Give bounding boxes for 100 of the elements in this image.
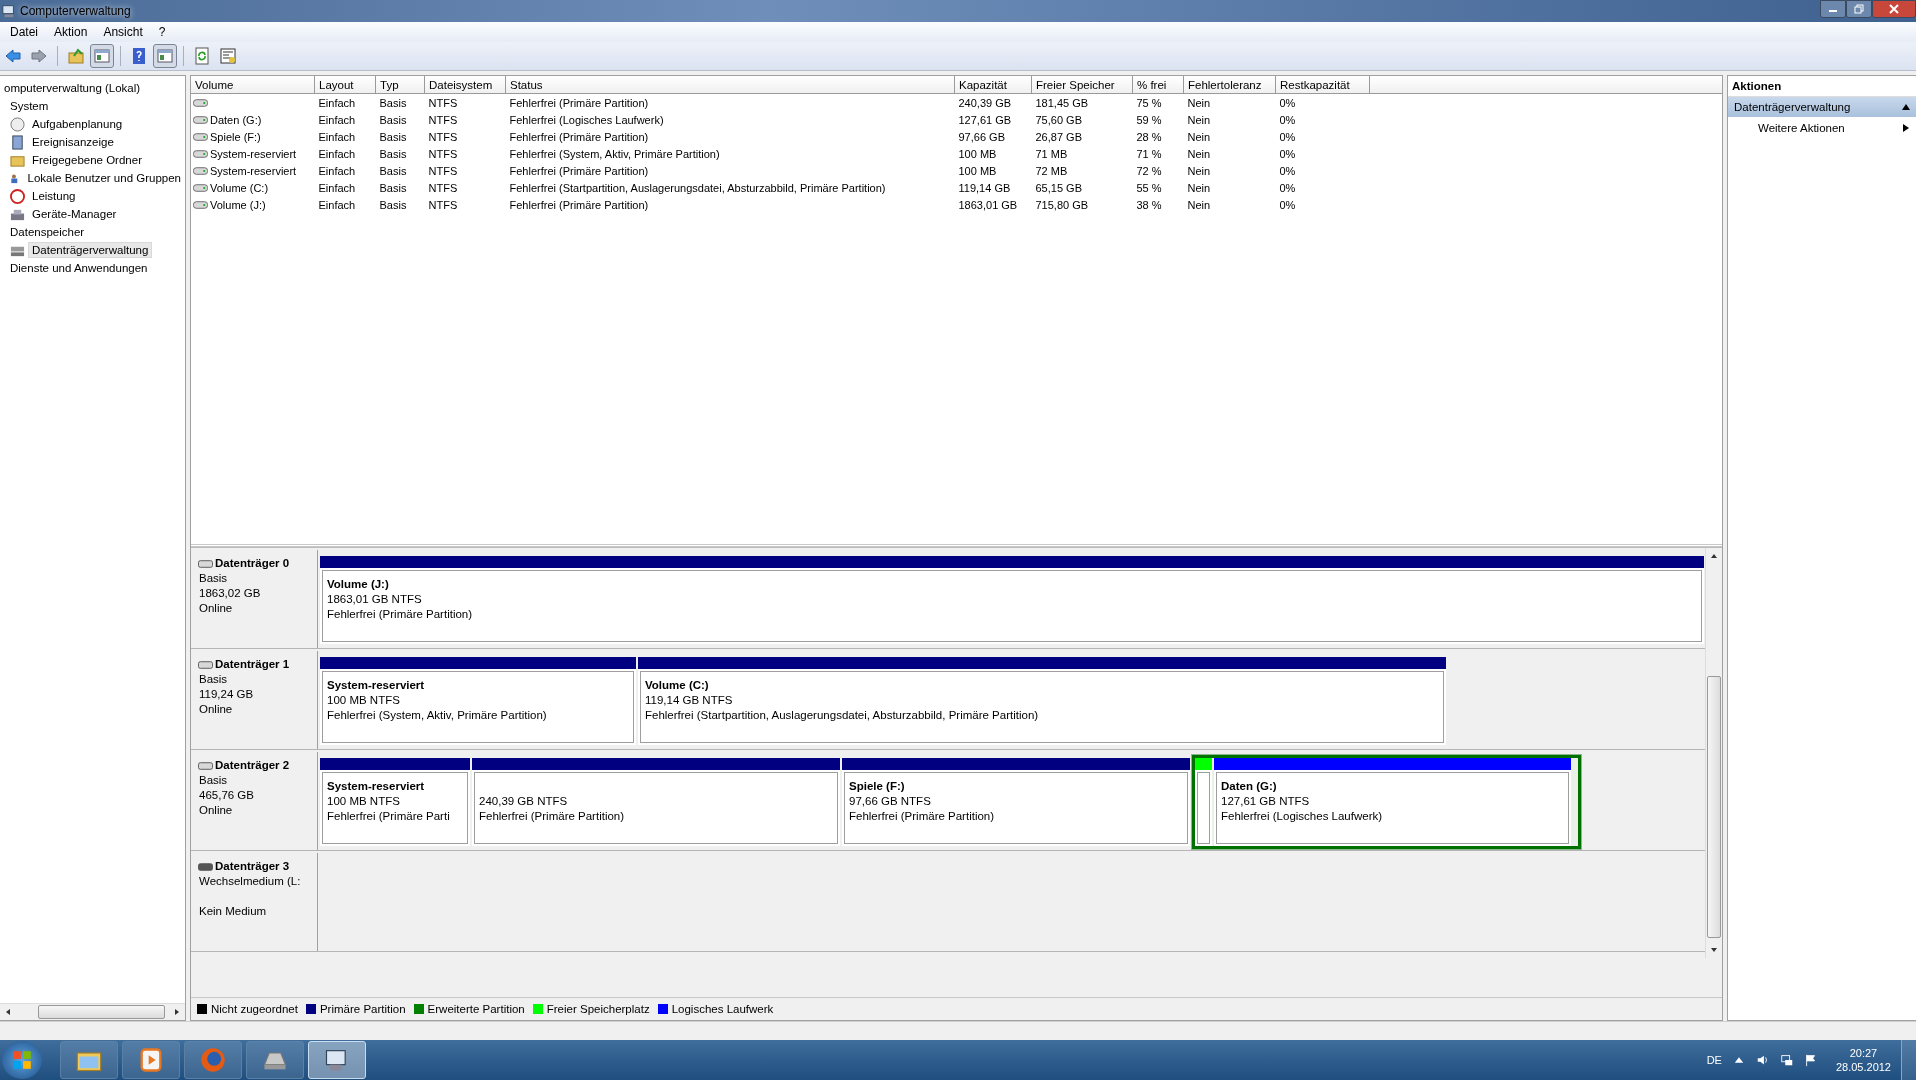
partition-status: Fehlerfrei (Primäre Parti xyxy=(327,809,451,824)
scroll-up-icon[interactable] xyxy=(1710,552,1718,560)
table-cell: Einfach xyxy=(318,147,356,160)
partition-name: System-reserviert xyxy=(327,679,425,691)
partition-status: Fehlerfrei (Primäre Partition) xyxy=(479,809,626,824)
partition-size: 127,61 GB NTFS xyxy=(1221,794,1311,809)
partition-header-bar xyxy=(1195,758,1212,770)
menu-item[interactable]: Datei xyxy=(2,25,46,39)
table-cell: 65,15 GB xyxy=(1035,181,1082,194)
drive-icon[interactable] xyxy=(246,1041,304,1079)
tree-item[interactable]: Aufgabenplanung xyxy=(28,116,127,132)
tree-item[interactable]: Dienste und Anwendungen xyxy=(6,260,152,276)
computer-icon xyxy=(2,4,16,18)
table-cell: Fehlerfrei (System, Aktiv, Primäre Partition) xyxy=(509,147,720,160)
speaker-icon[interactable] xyxy=(1755,1053,1770,1067)
scroll-down-icon[interactable] xyxy=(1710,946,1718,954)
column-header[interactable]: Layout xyxy=(314,76,376,94)
drive-icon xyxy=(193,115,208,124)
legend-label: Nicht zugeordnet xyxy=(211,1003,298,1015)
table-cell: Basis xyxy=(379,96,407,109)
tree-item[interactable]: Datenträgerverwaltung xyxy=(28,242,153,258)
table-cell: Einfach xyxy=(318,198,356,211)
restore-button[interactable] xyxy=(1846,0,1872,18)
legend-label: Freier Speicherplatz xyxy=(546,1003,650,1015)
partition-status: Fehlerfrei (Logisches Laufwerk) xyxy=(1221,809,1384,824)
table-cell: Einfach xyxy=(318,164,356,177)
table-cell: NTFS xyxy=(428,181,458,194)
disk-name: Datenträger 3 xyxy=(215,859,290,874)
computer-icon[interactable] xyxy=(308,1041,366,1079)
column-header[interactable]: Restkapazität xyxy=(1275,76,1370,94)
language-indicator[interactable]: DE xyxy=(1706,1054,1722,1066)
disk-info: Basis xyxy=(199,572,228,584)
column-header[interactable]: Dateisystem xyxy=(424,76,506,94)
table-cell: 38 % xyxy=(1136,198,1162,211)
gauge-icon xyxy=(10,188,25,204)
table-cell: Nein xyxy=(1187,181,1211,194)
action-link[interactable]: Weitere Aktionen xyxy=(1758,122,1845,134)
partition-block[interactable]: 240,39 GB NTFS Fehlerfrei (Primäre Partition) xyxy=(472,758,840,846)
submenu-arrow-icon xyxy=(1902,124,1910,132)
partition-block[interactable]: Volume (C:) 119,14 GB NTFS Fehlerfrei (Startpartition, Auslagerungsdatei, Absturzabbild, Primäre Partition) xyxy=(638,657,1446,745)
table-cell: NTFS xyxy=(428,96,458,109)
table-cell: 127,61 GB xyxy=(958,113,1012,126)
tree-item[interactable]: Leistung xyxy=(28,188,80,204)
partition-name: Spiele (F:) xyxy=(849,780,905,792)
folder-icon[interactable] xyxy=(60,1041,118,1079)
column-header[interactable]: Freier Speicher xyxy=(1031,76,1133,94)
flag-icon[interactable] xyxy=(1803,1053,1818,1067)
scroll-right-icon[interactable] xyxy=(173,1008,181,1016)
tree-item[interactable]: omputerverwaltung (Lokal) xyxy=(0,80,145,96)
horizontal-scrollbar[interactable] xyxy=(0,1003,185,1020)
menu-item[interactable]: ? xyxy=(150,25,174,39)
tree-item[interactable]: Geräte-Manager xyxy=(28,206,121,222)
column-header[interactable]: Kapazität xyxy=(954,76,1032,94)
disk-info: Basis xyxy=(199,673,228,685)
collapse-icon[interactable] xyxy=(1902,103,1910,111)
vertical-scrollbar[interactable] xyxy=(1705,548,1722,958)
pane-icon[interactable] xyxy=(153,44,177,68)
tree-item[interactable]: Ereignisanzeige xyxy=(28,134,118,150)
free-space-block[interactable] xyxy=(1195,758,1212,846)
partition-block[interactable]: System-reserviert 100 MB NTFS Fehlerfrei (System, Aktiv, Primäre Partition) xyxy=(320,657,636,745)
partition-size: 119,14 GB NTFS xyxy=(645,693,734,708)
column-header[interactable]: Status xyxy=(505,76,955,94)
partition-block[interactable]: Volume (J:) 1863,01 GB NTFS Fehlerfrei (Primäre Partition) xyxy=(320,556,1704,644)
scroll-left-icon[interactable] xyxy=(4,1008,12,1016)
menu-item[interactable]: Aktion xyxy=(46,25,96,39)
table-cell: Nein xyxy=(1187,96,1211,109)
show-desktop-button[interactable] xyxy=(1901,1040,1916,1080)
tree-item[interactable]: Datenspeicher xyxy=(6,224,89,240)
disk-info: 1863,02 GB xyxy=(199,587,261,599)
partition-status: Fehlerfrei (Primäre Partition) xyxy=(327,607,474,622)
table-cell: Volume (J:) xyxy=(210,198,266,211)
table-cell: Volume (C:) xyxy=(210,181,269,194)
table-cell: NTFS xyxy=(428,147,458,160)
tree-item[interactable]: Lokale Benutzer und Gruppen xyxy=(23,170,185,186)
legend-label: Erweiterte Partition xyxy=(427,1003,525,1015)
column-header[interactable]: Volume xyxy=(191,76,315,94)
tree-item[interactable]: Freigegebene Ordner xyxy=(28,152,146,168)
column-header[interactable]: Typ xyxy=(375,76,425,94)
network-icon[interactable] xyxy=(1779,1053,1794,1067)
start-button[interactable] xyxy=(2,1041,42,1079)
minimize-button[interactable] xyxy=(1820,0,1846,18)
table-cell: Basis xyxy=(379,198,407,211)
partition-block[interactable]: System-reserviert 100 MB NTFS Fehlerfrei (Primäre Parti xyxy=(320,758,470,846)
table-cell: Basis xyxy=(379,147,407,160)
table-cell: Fehlerfrei (Primäre Partition) xyxy=(509,96,649,109)
partition-block[interactable]: Spiele (F:) 97,66 GB NTFS Fehlerfrei (Primäre Partition) xyxy=(842,758,1190,846)
clock[interactable]: 20:27 28.05.2012 xyxy=(1835,1046,1891,1074)
table-cell: NTFS xyxy=(428,164,458,177)
table-cell: Einfach xyxy=(318,181,356,194)
column-header[interactable]: % frei xyxy=(1132,76,1184,94)
close-button[interactable] xyxy=(1872,0,1916,18)
pane-icon[interactable] xyxy=(90,44,114,68)
tree-item[interactable]: System xyxy=(6,98,53,114)
partition-size: 1863,01 GB NTFS xyxy=(327,592,423,607)
column-header[interactable]: Fehlertoleranz xyxy=(1183,76,1276,94)
four-squares-logo-icon xyxy=(11,1049,33,1071)
table-cell: System-reserviert xyxy=(210,164,297,177)
menu-item[interactable]: Ansicht xyxy=(95,25,151,39)
media-player-icon[interactable] xyxy=(122,1041,180,1079)
table-cell: 71 % xyxy=(1136,147,1162,160)
